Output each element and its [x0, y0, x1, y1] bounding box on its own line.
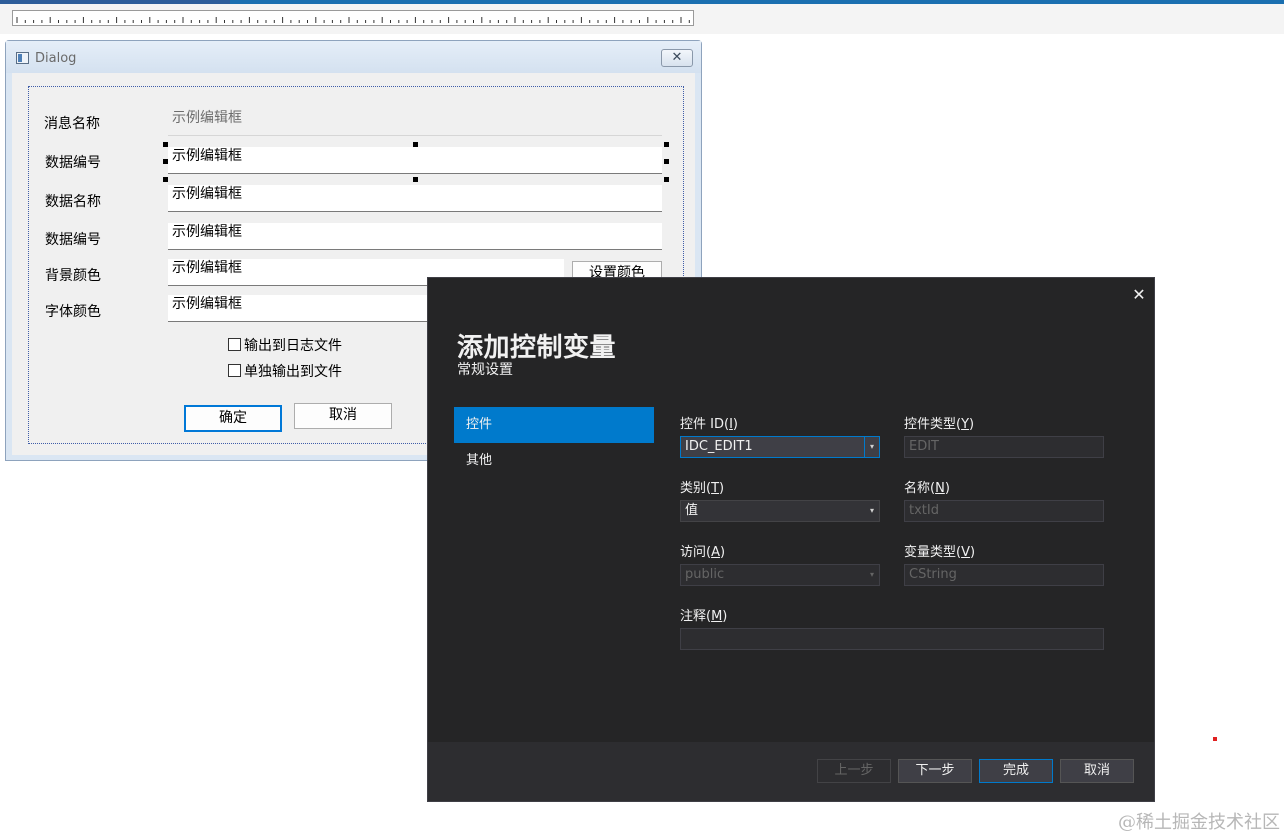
dropdown-arrow-icon: ▾ — [869, 570, 874, 579]
checkbox-output-separate[interactable]: 单独输出到文件 — [228, 361, 342, 381]
label-data-id-2: 数据编号 — [45, 232, 101, 248]
previous-button: 上一步 — [817, 759, 891, 783]
next-button[interactable]: 下一步 — [898, 759, 972, 783]
selection-handle[interactable] — [664, 142, 669, 147]
add-control-variable-wizard: ✕ 添加控制变量 常规设置 控件 其他 控件 ID(I) IDC_EDIT1 ▾… — [427, 277, 1155, 802]
selection-handle[interactable] — [163, 142, 168, 147]
access-combobox: public ▾ — [680, 564, 880, 586]
name-label: 名称(N) — [904, 481, 950, 496]
control-type-field: EDIT — [904, 436, 1104, 458]
dialog-app-icon — [16, 52, 29, 64]
label-message-name: 消息名称 — [44, 116, 100, 132]
selection-handle[interactable] — [413, 142, 418, 147]
ruler-ticks — [16, 17, 690, 23]
data-name-edit[interactable]: 示例编辑框 — [168, 185, 662, 212]
wizard-subheading: 常规设置 — [457, 362, 513, 378]
category-combobox[interactable]: 值 ▾ — [680, 500, 880, 522]
data-id-edit-2[interactable]: 示例编辑框 — [168, 223, 662, 250]
dropdown-arrow-icon[interactable]: ▾ — [865, 501, 879, 521]
selection-handle[interactable] — [163, 159, 168, 164]
message-name-edit[interactable]: 示例编辑框 — [168, 109, 662, 136]
close-icon[interactable]: ✕ — [661, 49, 693, 67]
control-id-value: IDC_EDIT1 — [685, 439, 753, 454]
cancel-button[interactable]: 取消 — [294, 403, 392, 429]
finish-button[interactable]: 完成 — [979, 759, 1053, 783]
category-label: 类别(T) — [680, 481, 725, 496]
access-value: public — [685, 567, 725, 582]
selection-handle[interactable] — [163, 177, 168, 182]
comment-label: 注释(M) — [680, 609, 728, 624]
wizard-cancel-button[interactable]: 取消 — [1060, 759, 1134, 783]
label-background-color: 背景颜色 — [45, 268, 101, 284]
selection-handle[interactable] — [664, 159, 669, 164]
horizontal-ruler — [12, 10, 694, 26]
control-id-label: 控件 ID(I) — [680, 417, 738, 432]
label-font-color: 字体颜色 — [45, 304, 101, 320]
checkbox-output-separate-label: 单独输出到文件 — [244, 364, 342, 380]
ok-button[interactable]: 确定 — [184, 405, 282, 432]
nav-item-control[interactable]: 控件 — [454, 407, 654, 443]
name-field: txtId — [904, 500, 1104, 522]
control-type-label: 控件类型(Y) — [904, 417, 975, 432]
label-data-id: 数据编号 — [45, 155, 101, 171]
label-data-name: 数据名称 — [45, 194, 101, 210]
control-id-combobox[interactable]: IDC_EDIT1 ▾ — [680, 436, 880, 458]
checkbox-icon[interactable] — [228, 338, 241, 351]
variable-type-field: CString — [904, 564, 1104, 586]
category-value: 值 — [685, 503, 699, 518]
dialog-title: Dialog — [35, 51, 77, 66]
checkbox-output-log-label: 输出到日志文件 — [244, 338, 342, 354]
dropdown-arrow-icon[interactable]: ▾ — [864, 437, 879, 457]
checkbox-icon[interactable] — [228, 364, 241, 377]
dialog-titlebar[interactable]: Dialog ✕ — [6, 41, 701, 73]
selection-handle[interactable] — [413, 177, 418, 182]
nav-item-other[interactable]: 其他 — [454, 443, 654, 479]
access-label: 访问(A) — [680, 545, 726, 560]
variable-type-label: 变量类型(V) — [904, 545, 976, 560]
close-icon[interactable]: ✕ — [1131, 285, 1147, 305]
data-id-edit-selected[interactable]: 示例编辑框 — [168, 147, 662, 174]
watermark-text: @稀土掘金技术社区 — [1118, 812, 1280, 833]
checkbox-output-log[interactable]: 输出到日志文件 — [228, 335, 342, 355]
red-marker-dot — [1213, 737, 1217, 741]
selection-handle[interactable] — [664, 177, 669, 182]
comment-field[interactable] — [680, 628, 1104, 650]
